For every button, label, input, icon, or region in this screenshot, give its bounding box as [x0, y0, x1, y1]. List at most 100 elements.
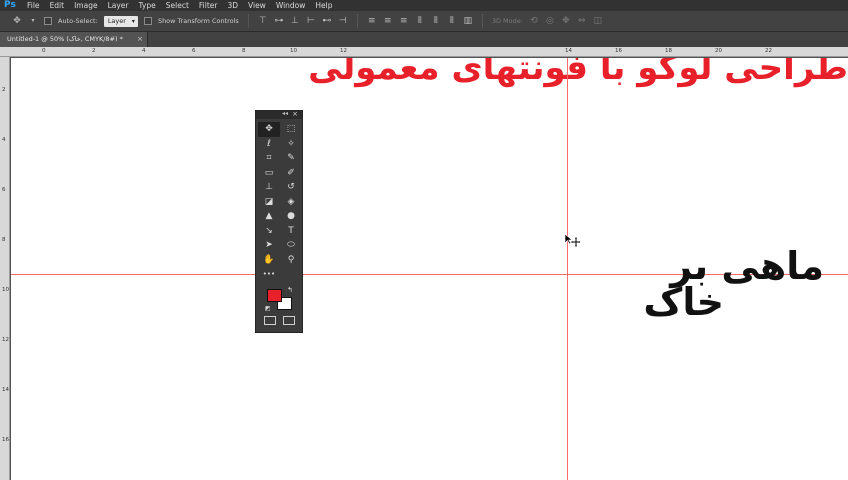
document-tab-bar: Untitled-1 @ 50% (خاک, CMYK/8#) * ×: [0, 32, 848, 47]
ruler-label: 12: [2, 337, 9, 343]
3d-scale-icon[interactable]: ◫: [593, 16, 603, 26]
distribute-vcenter-icon[interactable]: ≡: [383, 16, 393, 26]
ruler-label: 14: [565, 48, 572, 54]
ruler-label: 10: [2, 287, 9, 293]
photoshop-logo: Ps: [4, 0, 16, 10]
options-divider: [247, 14, 249, 28]
horizontal-ruler[interactable]: 0 2 4 6 8 10 12 14 16 18 20 22: [0, 47, 848, 57]
quick-mask-icon[interactable]: [263, 315, 276, 325]
options-divider: [356, 14, 358, 28]
pen-tool-icon[interactable]: ↘: [258, 224, 280, 239]
screen-mode-icon[interactable]: [282, 315, 295, 325]
mode-buttons: [256, 315, 302, 326]
menu-3d[interactable]: 3D: [222, 0, 243, 11]
eraser-tool-icon[interactable]: ◪: [258, 195, 280, 210]
canvas-heading-text[interactable]: طراحی لوگو با فونتهای معمولی: [208, 58, 848, 90]
3d-drag-icon[interactable]: ✥: [561, 16, 571, 26]
distribute-bottom-icon[interactable]: ≡: [399, 16, 409, 26]
type-tool-icon[interactable]: T: [280, 224, 302, 239]
tools-panel-header[interactable]: ◂◂ ×: [256, 110, 302, 119]
path-select-tool-icon[interactable]: ➤: [258, 238, 280, 253]
close-icon[interactable]: ×: [292, 110, 298, 118]
menu-help[interactable]: Help: [310, 0, 337, 11]
default-colors-icon[interactable]: ◩: [265, 305, 271, 312]
hand-tool-icon[interactable]: ✋: [258, 253, 280, 268]
document-tab-title: Untitled-1 @ 50% (خاک, CMYK/8#) *: [7, 35, 123, 43]
ruler-label: 18: [665, 48, 672, 54]
align-top-icon[interactable]: ⊤: [258, 16, 268, 26]
menu-select[interactable]: Select: [161, 0, 194, 11]
distribute-hcenter-icon[interactable]: ⦀: [431, 16, 441, 26]
lasso-tool-icon[interactable]: ℓ: [258, 137, 280, 152]
auto-select-label: Auto-Select:: [58, 17, 98, 25]
ruler-label: 4: [142, 48, 146, 54]
shape-tool-icon[interactable]: ⬭: [280, 238, 302, 253]
logo-line-2: خاک: [643, 280, 724, 324]
vertical-ruler[interactable]: 2 4 6 8 10 12 14 16: [0, 57, 10, 480]
empty-slot: [280, 267, 302, 282]
auto-select-checkbox[interactable]: [44, 17, 52, 25]
auto-align-icon[interactable]: ▥: [463, 16, 473, 26]
ruler-label: 14: [2, 387, 9, 393]
menu-view[interactable]: View: [243, 0, 271, 11]
logo-artwork[interactable]: ماهی بر خاک: [572, 246, 824, 322]
brush-tool-icon[interactable]: ✐: [280, 166, 302, 181]
history-brush-tool-icon[interactable]: ↺: [280, 180, 302, 195]
crop-tool-icon[interactable]: ⌗: [258, 151, 280, 166]
distribute-left-icon[interactable]: ⦀: [415, 16, 425, 26]
align-bottom-icon[interactable]: ⊥: [290, 16, 300, 26]
swap-colors-icon[interactable]: ↰: [287, 286, 293, 294]
ruler-label: 12: [340, 48, 347, 54]
align-left-icon[interactable]: ⊢: [306, 16, 316, 26]
3d-mode-label: 3D Mode:: [491, 17, 523, 25]
menu-image[interactable]: Image: [69, 0, 103, 11]
document-canvas[interactable]: طراحی لوگو با فونتهای معمولی ماهی بر خاک: [11, 58, 848, 480]
move-tool-icon[interactable]: ✥: [12, 16, 22, 26]
menu-window[interactable]: Window: [271, 0, 311, 11]
chevron-down-icon[interactable]: ▾: [28, 16, 38, 26]
dodge-tool-icon[interactable]: ●: [280, 209, 302, 224]
menu-type[interactable]: Type: [134, 0, 161, 11]
close-icon[interactable]: ×: [137, 32, 143, 47]
collapse-icon[interactable]: ◂◂: [282, 110, 288, 117]
ruler-label: 8: [242, 48, 246, 54]
ruler-label: 16: [2, 437, 9, 443]
blur-tool-icon[interactable]: ▲: [258, 209, 280, 224]
healing-tool-icon[interactable]: ▭: [258, 166, 280, 181]
ruler-label: 20: [715, 48, 722, 54]
ruler-label: 0: [42, 48, 46, 54]
vertical-guide[interactable]: [567, 58, 568, 480]
menu-layer[interactable]: Layer: [103, 0, 134, 11]
paint-bucket-tool-icon[interactable]: ◈: [280, 195, 302, 210]
ruler-label: 4: [2, 137, 6, 143]
ruler-label: 6: [192, 48, 196, 54]
ruler-label: 22: [765, 48, 772, 54]
menu-file[interactable]: File: [22, 0, 45, 11]
document-tab[interactable]: Untitled-1 @ 50% (خاک, CMYK/8#) * ×: [0, 32, 148, 47]
align-vcenter-icon[interactable]: ⊶: [274, 16, 284, 26]
marquee-tool-icon[interactable]: ⬚: [280, 122, 302, 137]
distribute-top-icon[interactable]: ≡: [367, 16, 377, 26]
tools-panel[interactable]: ◂◂ × ✥ ⬚ ℓ ✧ ⌗ ✎ ▭ ✐ ⊥ ↺ ◪ ◈ ▲ ● ↘ T ➤ ⬭…: [255, 110, 303, 333]
options-divider: [481, 14, 483, 28]
ruler-label: 2: [2, 87, 6, 93]
magic-wand-tool-icon[interactable]: ✧: [280, 137, 302, 152]
align-right-icon[interactable]: ⊣: [338, 16, 348, 26]
3d-rotate-icon[interactable]: ⟲: [529, 16, 539, 26]
menu-edit[interactable]: Edit: [45, 0, 70, 11]
foreground-color-swatch[interactable]: [267, 288, 282, 302]
align-hcenter-icon[interactable]: ⊷: [322, 16, 332, 26]
menu-filter[interactable]: Filter: [194, 0, 223, 11]
eyedropper-tool-icon[interactable]: ✎: [280, 151, 302, 166]
show-transform-checkbox[interactable]: [143, 17, 152, 25]
distribute-right-icon[interactable]: ⦀: [447, 16, 457, 26]
more-tools-icon[interactable]: •••: [258, 267, 280, 282]
3d-slide-icon[interactable]: ⇔: [577, 16, 587, 26]
move-tool-icon[interactable]: ✥: [258, 122, 280, 137]
auto-select-dropdown[interactable]: Layer: [103, 15, 138, 27]
zoom-tool-icon[interactable]: ⚲: [280, 253, 302, 268]
3d-roll-icon[interactable]: ◎: [545, 16, 555, 26]
ruler-label: 10: [290, 48, 297, 54]
tool-grid: ✥ ⬚ ℓ ✧ ⌗ ✎ ▭ ✐ ⊥ ↺ ◪ ◈ ▲ ● ↘ T ➤ ⬭ ✋ ⚲ …: [256, 119, 302, 282]
stamp-tool-icon[interactable]: ⊥: [258, 180, 280, 195]
